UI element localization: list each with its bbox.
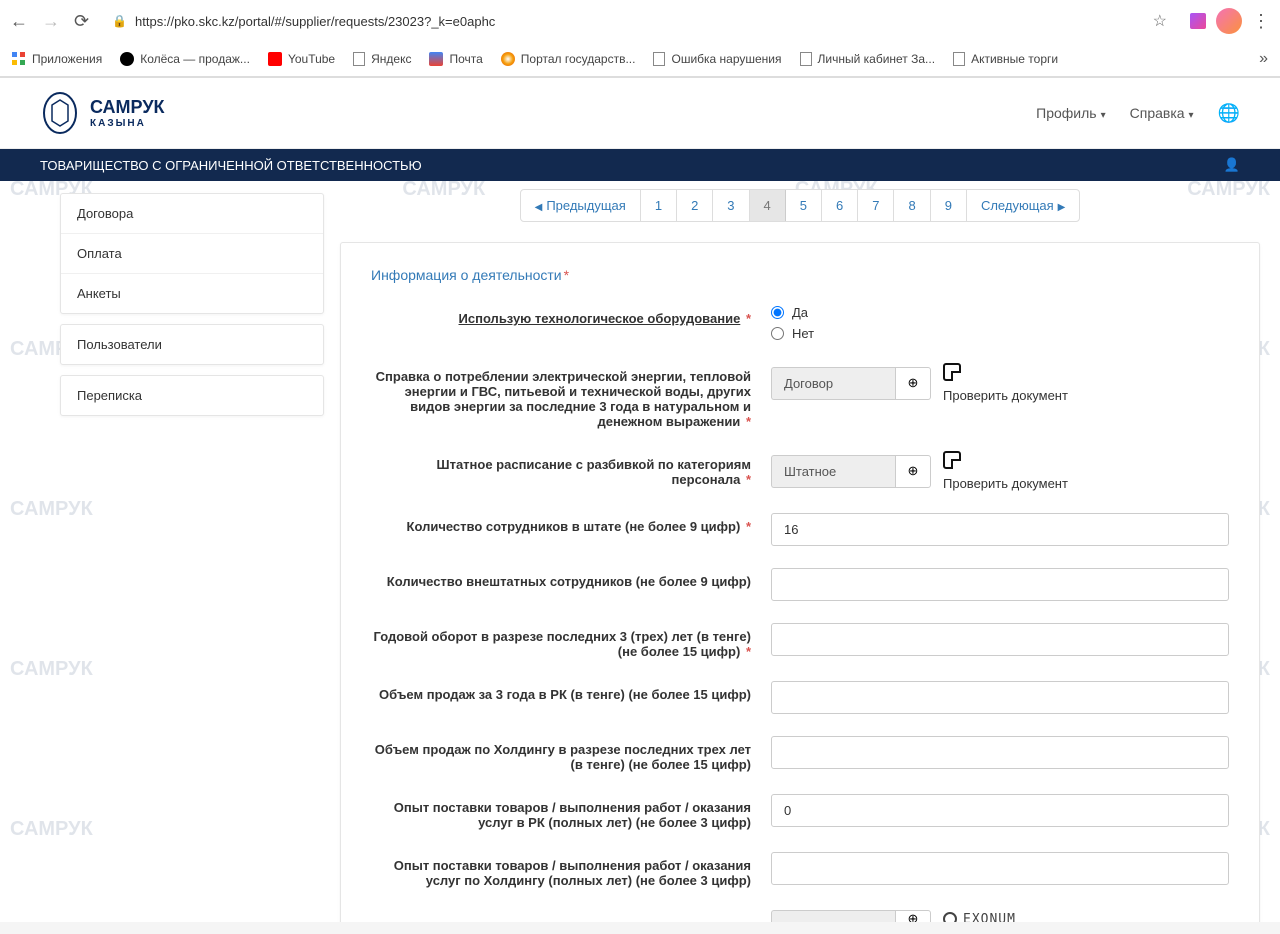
- profile-avatar[interactable]: [1216, 8, 1242, 34]
- help-menu[interactable]: Справка▾: [1130, 105, 1194, 121]
- pager-8[interactable]: 8: [894, 190, 930, 221]
- pager-5[interactable]: 5: [786, 190, 822, 221]
- exp-rk-input[interactable]: [771, 794, 1229, 827]
- pager-next[interactable]: Следующая▶: [967, 190, 1079, 221]
- pager: ◀Предыдущая 1 2 3 4 5 6 7 8 9 Следующая▶: [520, 189, 1081, 222]
- verify-icon: [943, 363, 961, 381]
- bookmark-star-icon[interactable]: ☆: [1153, 11, 1167, 31]
- logo[interactable]: САМРУК КАЗЫНА: [40, 90, 165, 136]
- turnover-input[interactable]: [771, 623, 1229, 656]
- pager-prev[interactable]: ◀Предыдущая: [521, 190, 641, 221]
- exp-holding-input[interactable]: [771, 852, 1229, 885]
- lock-icon: 🔒: [112, 14, 127, 28]
- file-input-3[interactable]: [771, 910, 895, 922]
- radio-yes[interactable]: Да: [771, 305, 1229, 320]
- company-bar: ТОВАРИЩЕСТВО С ОГРАНИЧЕННОЙ ОТВЕТСТВЕННО…: [0, 149, 1280, 181]
- pager-7[interactable]: 7: [858, 190, 894, 221]
- form-card: Информация о деятельности* Использую тех…: [340, 242, 1260, 922]
- pager-3[interactable]: 3: [713, 190, 749, 221]
- language-icon[interactable]: 🌐: [1218, 103, 1240, 124]
- bookmark-kolesa[interactable]: Колёса — продаж...: [120, 52, 250, 66]
- sidebar: Договора Оплата Анкеты Пользователи Пере…: [0, 181, 340, 915]
- section-title: Информация о деятельности*: [371, 267, 1229, 283]
- pager-1[interactable]: 1: [641, 190, 677, 221]
- file-upload-btn-1[interactable]: ⊕: [895, 367, 931, 400]
- verify-doc-1[interactable]: Проверить документ: [943, 363, 1068, 403]
- topbar: САМРУК КАЗЫНА Профиль▾ Справка▾ 🌐: [0, 78, 1280, 149]
- bookmark-lk[interactable]: Личный кабинет За...: [800, 52, 936, 66]
- bookmark-yandex[interactable]: Яндекс: [353, 52, 411, 66]
- bookmark-error[interactable]: Ошибка нарушения: [653, 52, 781, 66]
- radio-no[interactable]: Нет: [771, 326, 1229, 341]
- bookmark-apps[interactable]: Приложения: [12, 52, 102, 66]
- pager-9[interactable]: 9: [931, 190, 967, 221]
- file-input-2[interactable]: Штатное: [771, 455, 895, 488]
- pager-2[interactable]: 2: [677, 190, 713, 221]
- bookmark-torgi[interactable]: Активные торги: [953, 52, 1058, 66]
- browser-menu[interactable]: ⋮: [1252, 11, 1270, 32]
- browser-chrome: ← → ⟳ 🔒 https://pko.skc.kz/portal/#/supp…: [0, 0, 1280, 78]
- pager-6[interactable]: 6: [822, 190, 858, 221]
- bookmarks-bar: Приложения Колёса — продаж... YouTube Ян…: [0, 42, 1280, 77]
- sidebar-item-messages[interactable]: Переписка: [61, 376, 323, 415]
- bookmarks-overflow[interactable]: »: [1259, 50, 1268, 68]
- freelance-input[interactable]: [771, 568, 1229, 601]
- file-upload-btn-3[interactable]: ⊕: [895, 910, 931, 922]
- verify-icon: [943, 451, 961, 469]
- forward-button[interactable]: →: [42, 11, 60, 32]
- sidebar-item-users[interactable]: Пользователи: [61, 325, 323, 364]
- extension-icon[interactable]: [1190, 13, 1206, 29]
- back-button[interactable]: ←: [10, 11, 28, 32]
- user-icon[interactable]: 👤: [1224, 157, 1240, 173]
- sidebar-item-surveys[interactable]: Анкеты: [61, 274, 323, 313]
- employees-input[interactable]: [771, 513, 1229, 546]
- file-input-1[interactable]: Договор: [771, 367, 895, 400]
- bookmark-pochta[interactable]: Почта: [429, 52, 482, 66]
- reload-button[interactable]: ⟳: [74, 11, 89, 32]
- verify-doc-2[interactable]: Проверить документ: [943, 451, 1068, 491]
- sidebar-item-payment[interactable]: Оплата: [61, 234, 323, 274]
- sales-rk-input[interactable]: [771, 681, 1229, 714]
- bookmark-youtube[interactable]: YouTube: [268, 52, 335, 66]
- sales-holding-input[interactable]: [771, 736, 1229, 769]
- profile-menu[interactable]: Профиль▾: [1036, 105, 1105, 121]
- sidebar-item-contracts[interactable]: Договора: [61, 194, 323, 234]
- exonum-badge: EXONUM: [943, 912, 1016, 923]
- pager-4[interactable]: 4: [750, 190, 786, 221]
- logo-emblem-icon: [40, 90, 80, 136]
- url-bar[interactable]: 🔒 https://pko.skc.kz/portal/#/supplier/r…: [101, 6, 1178, 36]
- bookmark-portal[interactable]: Портал государств...: [501, 52, 636, 66]
- file-upload-btn-2[interactable]: ⊕: [895, 455, 931, 488]
- url-text: https://pko.skc.kz/portal/#/supplier/req…: [135, 14, 1145, 29]
